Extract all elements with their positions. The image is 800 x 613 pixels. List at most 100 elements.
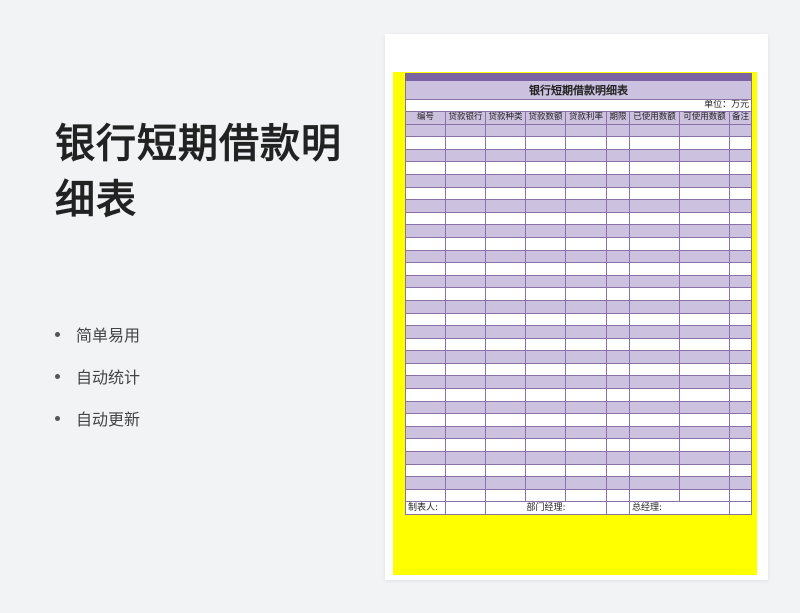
table-cell [485,299,526,314]
table-cell [679,350,730,364]
table-cell [565,438,607,453]
table-cell [565,186,607,201]
table-cell [405,249,446,264]
table-cell [606,463,630,478]
table-cell [485,186,526,201]
table-cell [606,375,630,390]
table-cell [629,173,680,188]
table-cell [728,350,753,364]
table-cell [606,274,630,289]
table-cell [728,136,753,150]
table-row [405,287,753,301]
table-cell [405,350,446,364]
table-cell [629,211,680,226]
table-cell [445,123,486,138]
table-cell [565,451,607,465]
table-cell [445,249,486,264]
table-cell [565,123,607,138]
table-cell [445,476,486,490]
table-cell [606,299,630,314]
table-cell [728,312,753,327]
table-cell [525,400,566,415]
table-cell [728,400,753,415]
table-cell [606,211,630,226]
feature-item: 简单易用 [55,313,140,355]
table-cell [728,148,753,163]
table-cell [679,211,730,226]
table-cell [485,274,526,289]
table-cell [565,173,607,188]
table-cell [679,337,730,352]
table-row [405,211,753,226]
table-cell [405,463,446,478]
table-cell [728,476,753,490]
table-cell [679,312,730,327]
table-cell [565,463,607,478]
table-cell [629,350,680,364]
table-cell [445,438,486,453]
table-cell [629,375,680,390]
table-cell [679,476,730,490]
table-cell [485,161,526,175]
column-header: 贷款种类 [485,111,526,125]
table-cell [728,325,753,339]
table-cell [565,287,607,301]
footer-row: 制表人: 部门经理: 总经理: [405,501,753,515]
table-cell [679,123,730,138]
table-cell [525,262,566,276]
table-cell [679,136,730,150]
table-cell [405,262,446,276]
table-row [405,476,753,490]
table-cell [405,186,446,201]
table-cell [565,211,607,226]
table-cell [679,463,730,478]
page-title: 银行短期借款明细表 [55,121,342,223]
table-cell [606,350,630,364]
table-cell [525,224,566,238]
table-cell [679,224,730,238]
table-cell [485,224,526,238]
table-cell [525,451,566,465]
table-cell [629,148,680,163]
table-cell [606,325,630,339]
table-cell [606,123,630,138]
table-cell [565,136,607,150]
table-cell [445,161,486,175]
unit-row: 单位：万元 [404,99,753,112]
table-cell [606,337,630,352]
table-cell [679,274,730,289]
table-cell [445,236,486,251]
table-cell [629,262,680,276]
table-row [405,350,753,364]
table-cell [565,161,607,175]
table-cell [525,362,566,377]
dept-manager-label: 部门经理: [485,501,607,515]
table-cell [629,476,680,490]
table-cell [728,186,753,201]
table-cell [728,173,753,188]
table-cell [405,123,446,138]
table-cell [445,211,486,226]
table-row [405,186,753,201]
table-cell [728,451,753,465]
table-cell [445,451,486,465]
table-cell [485,350,526,364]
table-cell [606,161,630,175]
table-cell [606,249,630,264]
table-cell [485,249,526,264]
table-cell [485,362,526,377]
table-cell [525,186,566,201]
table-cell [679,161,730,175]
table-row [405,375,753,390]
table-cell [525,249,566,264]
table-cell [565,312,607,327]
loan-table: 银行短期借款明细表 单位：万元 编号 贷款银行 贷款种类 贷款数额 贷款利率 期… [404,73,753,515]
table-cell [728,425,753,440]
table-cell [728,287,753,301]
table-cell [485,123,526,138]
table-cell [405,488,446,503]
table-cell [445,287,486,301]
table-cell [485,287,526,301]
bullet-icon [55,415,60,421]
table-cell [445,400,486,415]
